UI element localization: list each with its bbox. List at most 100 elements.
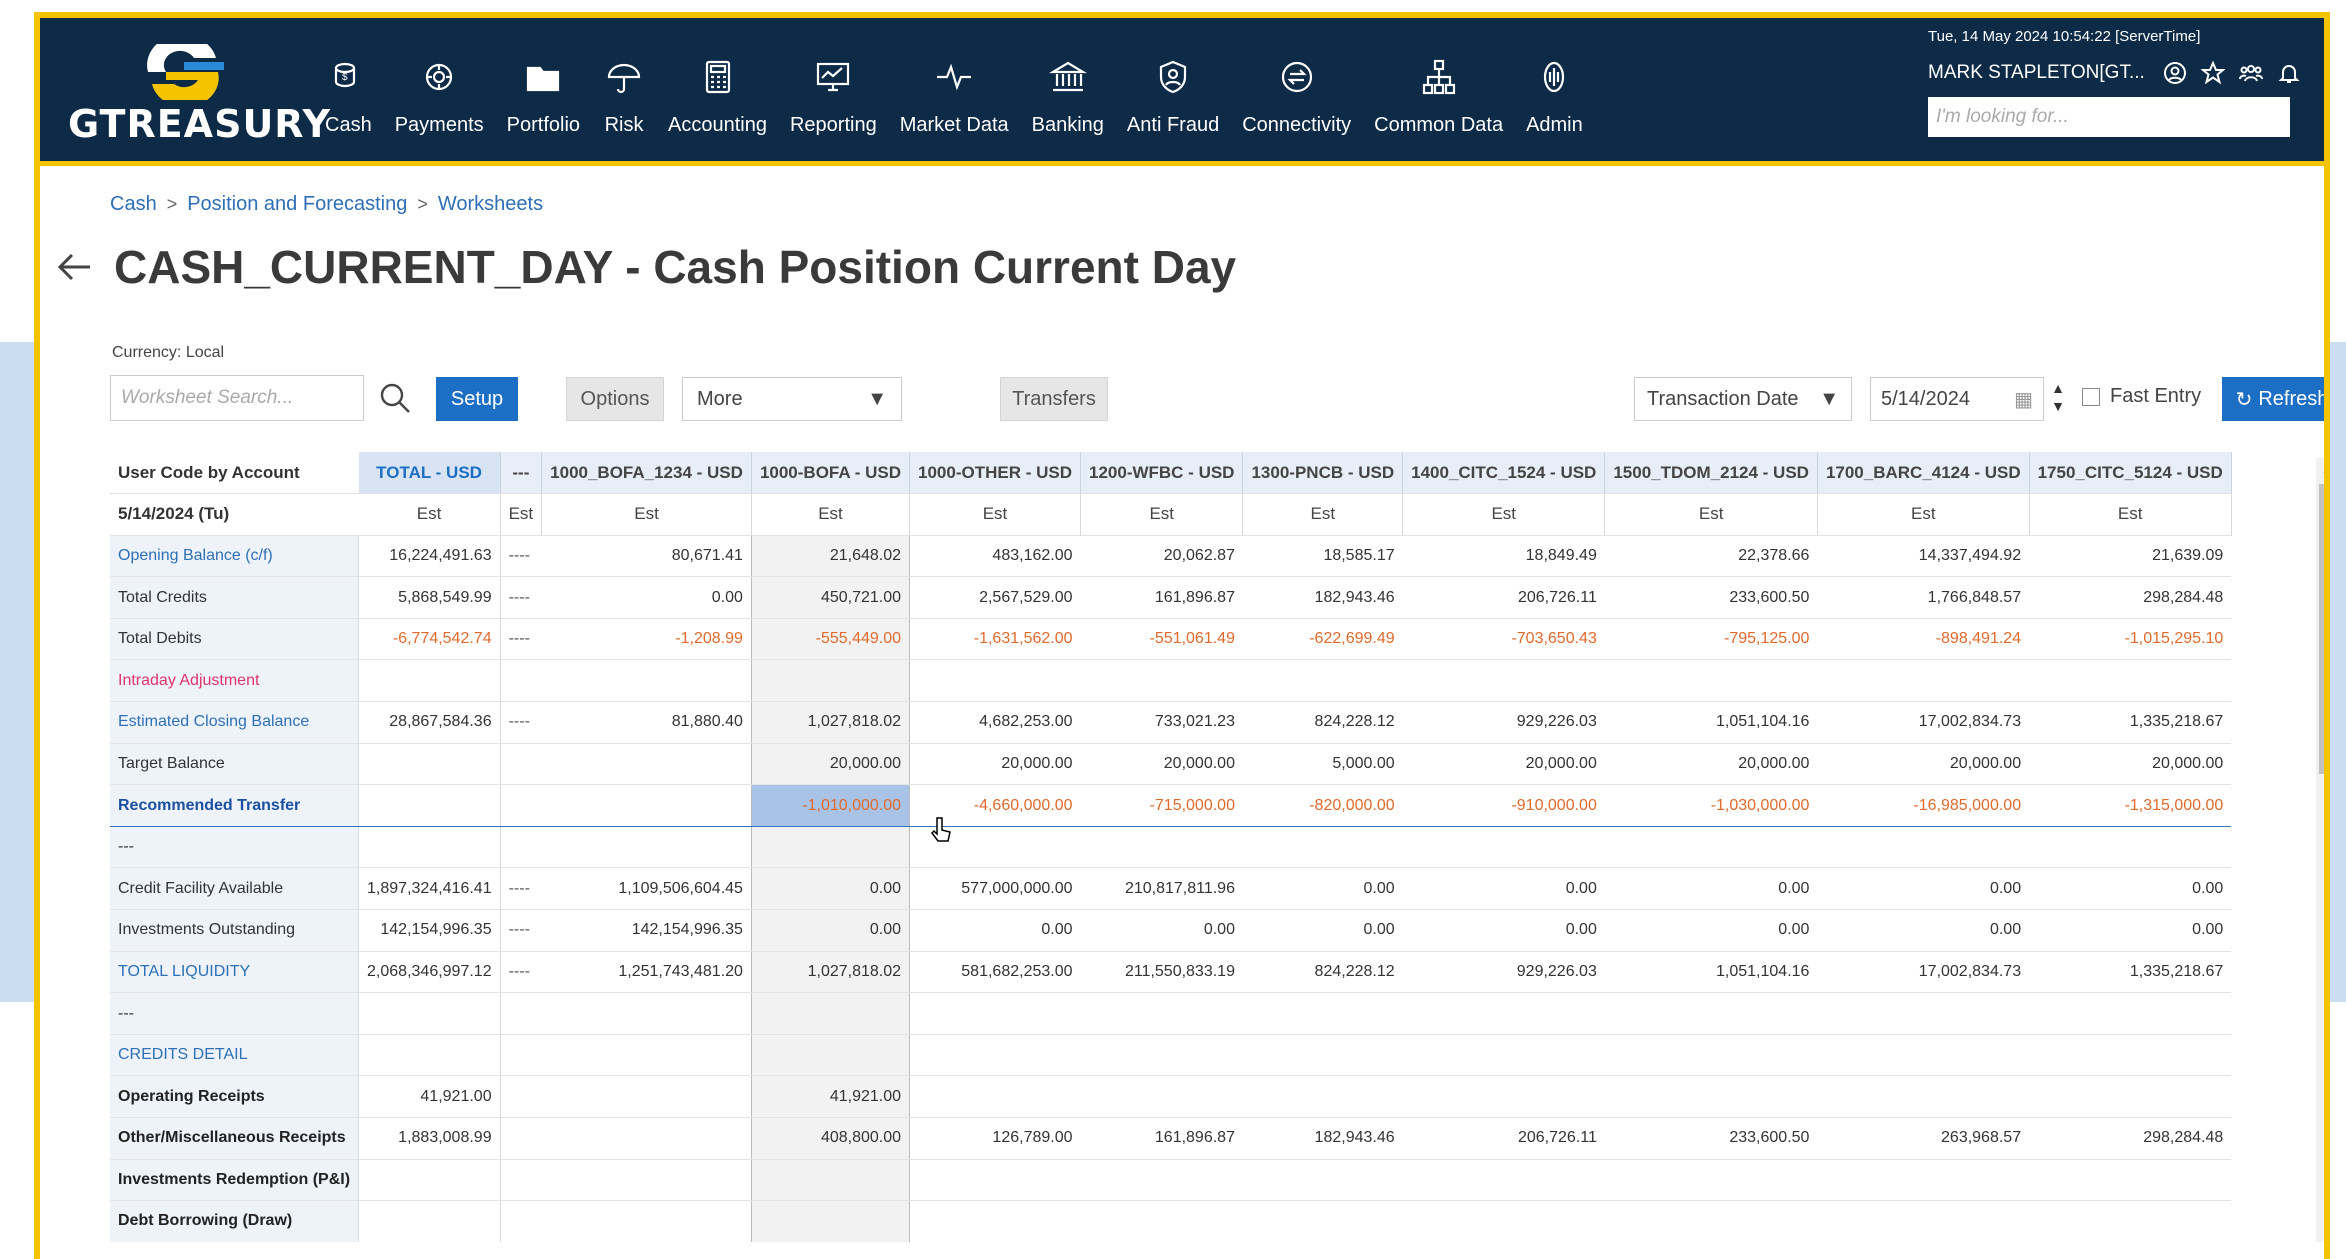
grid-cell[interactable]: 1,251,743,481.20 xyxy=(541,951,752,994)
column-header[interactable]: 1500_TDOM_2124 - USD xyxy=(1604,452,1818,495)
user-circle-icon[interactable] xyxy=(2163,61,2187,85)
grid-cell[interactable]: 824,228.12 xyxy=(1242,701,1403,744)
row-label[interactable]: Recommended Transfer xyxy=(110,784,360,827)
grid-cell[interactable]: 20,000.00 xyxy=(1817,743,2030,786)
grid-cell[interactable]: 0.00 xyxy=(1242,909,1403,952)
nav-admin[interactable]: Admin xyxy=(1526,56,1583,166)
grid-cell[interactable]: 0.00 xyxy=(2029,867,2232,911)
star-icon[interactable] xyxy=(2200,61,2225,85)
grid-cell[interactable] xyxy=(541,1075,752,1118)
grid-cell[interactable]: 1,051,104.16 xyxy=(1604,951,1818,994)
date-stepper[interactable]: ▲ ▼ xyxy=(2048,379,2068,421)
row-label[interactable]: --- xyxy=(110,826,360,869)
table-row[interactable]: CREDITS DETAIL xyxy=(110,1034,2232,1077)
nav-reporting[interactable]: Reporting xyxy=(790,56,877,166)
grid-cell[interactable]: 233,600.50 xyxy=(1604,576,1818,619)
table-row[interactable]: TOTAL LIQUIDITY 2,068,346,997.12 ---- 1,251… xyxy=(110,951,2232,994)
help-icon[interactable]: ? xyxy=(2324,1158,2330,1198)
table-row[interactable]: Intraday Adjustment xyxy=(110,659,2232,703)
grid-cell[interactable]: 22,378.66 xyxy=(1604,535,1818,578)
column-header[interactable]: 1200-WFBC - USD xyxy=(1080,452,1244,495)
grid-cell[interactable]: -1,010,000.00 xyxy=(750,784,911,827)
grid-cell[interactable]: 1,766,848.57 xyxy=(1817,576,2030,619)
grid-cell[interactable] xyxy=(541,1117,752,1160)
worksheet-search-input[interactable] xyxy=(110,375,364,421)
grid-cell[interactable]: 0.00 xyxy=(909,909,1081,952)
table-row[interactable]: Investments Outstanding 142,154,996.35 ---… xyxy=(110,909,2232,952)
grid-cell[interactable] xyxy=(1604,1200,1818,1242)
row-label[interactable]: Opening Balance (c/f) xyxy=(110,535,360,578)
grid-cell[interactable] xyxy=(500,992,542,1035)
grid-cell[interactable]: 0.00 xyxy=(750,909,911,952)
grid-cell[interactable]: 16,224,491.63 xyxy=(358,535,501,578)
transfers-button[interactable]: Transfers xyxy=(1000,377,1108,421)
grid-cell[interactable]: 206,726.11 xyxy=(1402,1117,1605,1160)
grid-cell[interactable] xyxy=(1242,659,1403,703)
grid-cell[interactable]: 18,849.49 xyxy=(1402,535,1605,578)
grid-cell[interactable]: 14,337,494.92 xyxy=(1817,535,2030,578)
grid-cell[interactable]: 408,800.00 xyxy=(750,1117,911,1160)
grid-cell[interactable]: 2,567,529.00 xyxy=(909,576,1081,619)
grid-cell[interactable] xyxy=(750,992,911,1035)
refresh-button[interactable]: ↻ Refresh xyxy=(2222,377,2324,421)
table-row[interactable]: Target Balance 20,000.00 20,000.00 20,000.0… xyxy=(110,743,2232,786)
column-header[interactable]: --- xyxy=(500,452,543,495)
nav-banking[interactable]: Banking xyxy=(1032,56,1104,166)
grid-cell[interactable] xyxy=(358,743,501,786)
calendar-icon[interactable]: ▦ xyxy=(2014,387,2033,412)
grid-cell[interactable] xyxy=(541,1159,752,1202)
table-row[interactable]: Debt Borrowing (Draw) xyxy=(110,1200,2232,1242)
grid-cell[interactable]: 20,000.00 xyxy=(1402,743,1605,786)
user-name[interactable]: MARK STAPLETON[GT... xyxy=(1928,62,2145,84)
grid-cell[interactable]: -715,000.00 xyxy=(1080,784,1243,827)
breadcrumb-worksheets[interactable]: Worksheets xyxy=(438,193,543,216)
grid-cell[interactable] xyxy=(1080,659,1243,703)
grid-cell[interactable]: 161,896.87 xyxy=(1080,576,1243,619)
grid-cell[interactable]: -1,208.99 xyxy=(541,618,752,661)
fast-entry-toggle[interactable]: Fast Entry xyxy=(2082,385,2201,408)
grid-cell[interactable] xyxy=(1080,1075,1243,1118)
grid-cell[interactable] xyxy=(358,784,501,827)
table-row[interactable]: Total Debits -6,774,542.74 ---- -1,208.99 -5… xyxy=(110,618,2232,661)
column-header[interactable]: 1400_CITC_1524 - USD xyxy=(1402,452,1606,495)
column-header[interactable]: TOTAL - USD xyxy=(358,452,501,495)
search-icon[interactable] xyxy=(378,381,414,417)
nav-cash[interactable]: $ Cash xyxy=(325,56,372,166)
grid-cell[interactable]: 1,027,818.02 xyxy=(750,701,911,744)
grid-cell[interactable] xyxy=(2029,1159,2232,1202)
grid-cell[interactable] xyxy=(1402,659,1605,703)
row-label[interactable]: CREDITS DETAIL xyxy=(110,1034,360,1077)
grid-cell[interactable] xyxy=(541,992,752,1035)
grid-cell[interactable] xyxy=(2029,992,2232,1035)
grid-cell[interactable]: -910,000.00 xyxy=(1402,784,1605,827)
grid-cell[interactable] xyxy=(541,743,752,786)
grid-cell[interactable] xyxy=(1817,1159,2030,1202)
column-header[interactable]: 1750_CITC_5124 - USD xyxy=(2029,452,2232,495)
grid-cell[interactable] xyxy=(500,1075,542,1118)
grid-cell[interactable] xyxy=(500,1159,542,1202)
grid-cell[interactable] xyxy=(2029,1034,2232,1077)
grid-cell[interactable] xyxy=(500,1117,542,1160)
table-row[interactable]: Other/Miscellaneous Receipts 1,883,008.99… xyxy=(110,1117,2232,1160)
grid-cell[interactable] xyxy=(500,1034,542,1077)
grid-cell[interactable]: 142,154,996.35 xyxy=(358,909,501,952)
grid-cell[interactable] xyxy=(750,659,911,703)
grid-cell[interactable]: 21,648.02 xyxy=(750,535,911,578)
grid-cell[interactable]: ---- xyxy=(500,618,542,661)
row-label[interactable]: --- xyxy=(110,992,360,1035)
grid-cell[interactable] xyxy=(1080,992,1243,1035)
grid-cell[interactable]: ---- xyxy=(500,867,542,911)
column-header[interactable]: 1000-OTHER - USD xyxy=(909,452,1081,495)
grid-cell[interactable] xyxy=(1402,1075,1605,1118)
grid-cell[interactable] xyxy=(909,992,1081,1035)
grid-cell[interactable] xyxy=(1604,992,1818,1035)
grid-cell[interactable]: 298,284.48 xyxy=(2029,1117,2232,1160)
grid-cell[interactable] xyxy=(2029,659,2232,703)
date-input[interactable]: 5/14/2024 ▦ xyxy=(1870,377,2044,421)
nav-market-data[interactable]: Market Data xyxy=(900,56,1009,166)
fast-entry-checkbox[interactable] xyxy=(2082,387,2100,406)
grid-cell[interactable]: -1,015,295.10 xyxy=(2029,618,2232,661)
nav-connectivity[interactable]: Connectivity xyxy=(1242,56,1351,166)
grid-cell[interactable] xyxy=(750,1200,911,1242)
grid-cell[interactable] xyxy=(500,784,542,827)
